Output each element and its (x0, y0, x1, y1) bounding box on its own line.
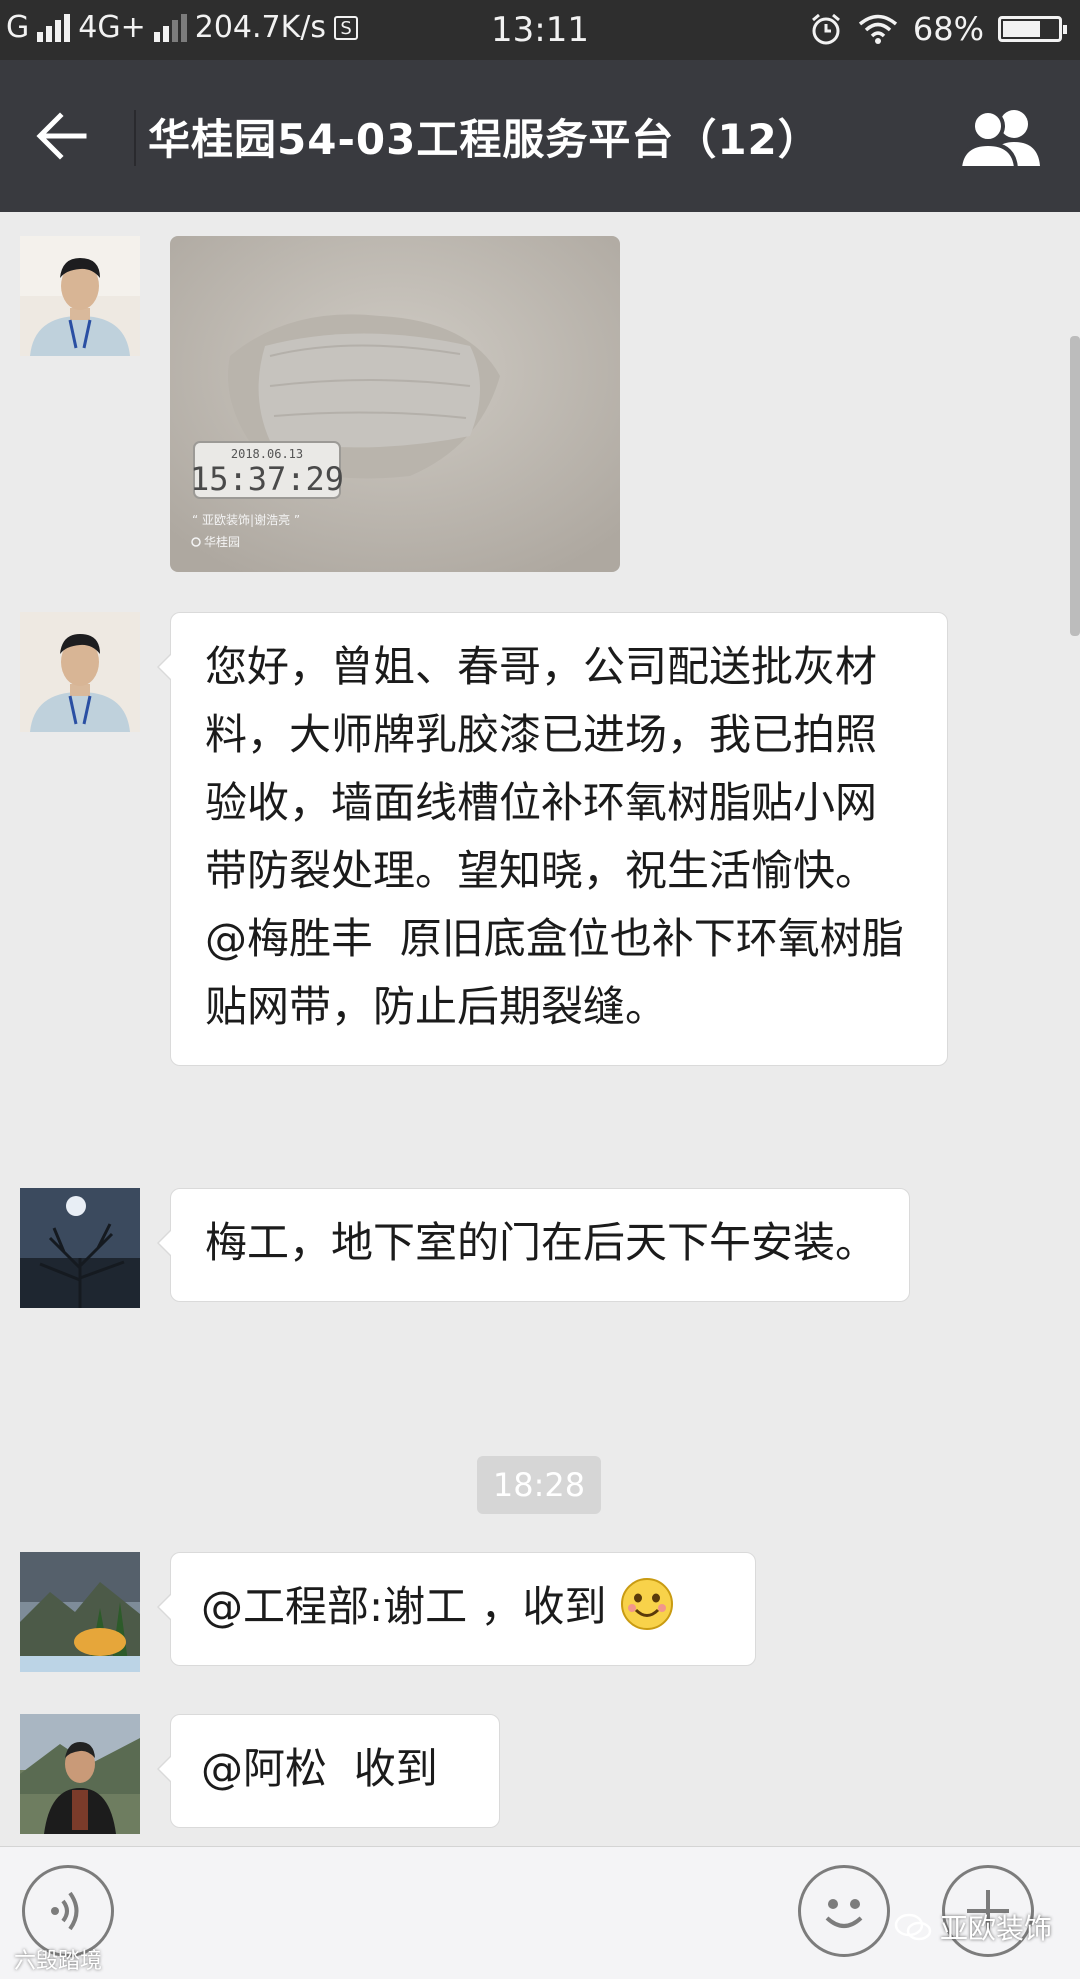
avatar-man-id-badge (20, 612, 140, 732)
sender-avatar[interactable] (20, 1714, 140, 1834)
avatar-man-outdoor (20, 1714, 140, 1834)
avatar-night-tree (20, 1188, 140, 1308)
sender-avatar[interactable] (20, 612, 140, 732)
title-divider (134, 110, 136, 166)
sender-avatar[interactable] (20, 1188, 140, 1308)
smile-emoji (620, 1578, 673, 1630)
message-bubble[interactable]: @阿松 收到 (157, 1714, 500, 1828)
status-bar: G 4G+ 204.7K/s S 13:11 68% (0, 0, 1080, 60)
photo-date: 2018.06.13 (231, 447, 303, 461)
watermark-right: 亚欧装饰 (894, 1907, 1052, 1947)
chat-title: 华桂园54-03工程服务平台（12） (148, 115, 821, 164)
watermark-left: 六毁踏境 (14, 1943, 102, 1975)
watermark-right-text: 亚欧装饰 (940, 1912, 1053, 1945)
emoji-icon (825, 1899, 863, 1928)
battery-percent: 68% (912, 10, 984, 48)
emoji-button[interactable] (798, 1865, 890, 1957)
photo-time: 15:37:29 (190, 460, 344, 498)
wifi-icon (858, 14, 897, 44)
wechat-logo-icon (894, 1913, 932, 1941)
back-button[interactable] (24, 98, 100, 174)
image-message[interactable]: 2018.06.13 15:37:29 “ 亚欧装饰|谢浩亮 ” 华桂园 (170, 236, 620, 572)
group-members-button[interactable] (956, 104, 1044, 170)
photo-location: 华桂园 (204, 534, 240, 549)
message-text: @工程部:谢工 ，收到 (201, 1582, 607, 1631)
message-bubble[interactable]: 您好，曾姐、春哥，公司配送批灰材料，大师牌乳胶漆已进场，我已拍照验收，墙面线槽位… (157, 612, 948, 1066)
avatar-landscape (20, 1552, 140, 1672)
battery-icon (998, 16, 1067, 42)
message-text: 您好，曾姐、春哥，公司配送批灰材料，大师牌乳胶漆已进场，我已拍照验收，墙面线槽位… (205, 642, 904, 1031)
back-arrow-icon (36, 112, 87, 160)
message-bubble[interactable]: 梅工，地下室的门在后天下午安装。 (157, 1188, 910, 1302)
group-members-icon (957, 109, 1040, 170)
chat-message-list[interactable]: 2018.06.13 15:37:29 “ 亚欧装饰|谢浩亮 ” 华桂园 您好，… (0, 212, 1080, 1846)
chat-scrollbar[interactable] (1070, 336, 1080, 636)
battery-level-fill (1003, 21, 1040, 37)
message-text: 梅工，地下室的门在后天下午安装。 (205, 1218, 878, 1267)
chat-input-bar: 六毁踏境 亚欧装饰 (0, 1846, 1080, 1979)
message-bubble[interactable]: @工程部:谢工 ，收到 (157, 1552, 756, 1666)
photo-caption: “ 亚欧装饰|谢浩亮 ” (192, 512, 300, 527)
status-right: 68% (809, 10, 1067, 48)
wall-patch-photo: 2018.06.13 15:37:29 “ 亚欧装饰|谢浩亮 ” 华桂园 (170, 236, 620, 572)
voice-icon (51, 1891, 79, 1931)
chat-title-bar: 华桂园54-03工程服务平台（12） (0, 60, 1080, 212)
sender-avatar[interactable] (20, 1552, 140, 1672)
message-text: @阿松 收到 (201, 1744, 438, 1793)
sender-avatar[interactable] (20, 236, 140, 356)
watermark-left-text: 六毁踏境 (14, 1949, 103, 1974)
time-divider: 18:28 (477, 1456, 601, 1514)
alarm-clock-icon (811, 13, 840, 45)
avatar-man-id-badge (20, 236, 140, 356)
